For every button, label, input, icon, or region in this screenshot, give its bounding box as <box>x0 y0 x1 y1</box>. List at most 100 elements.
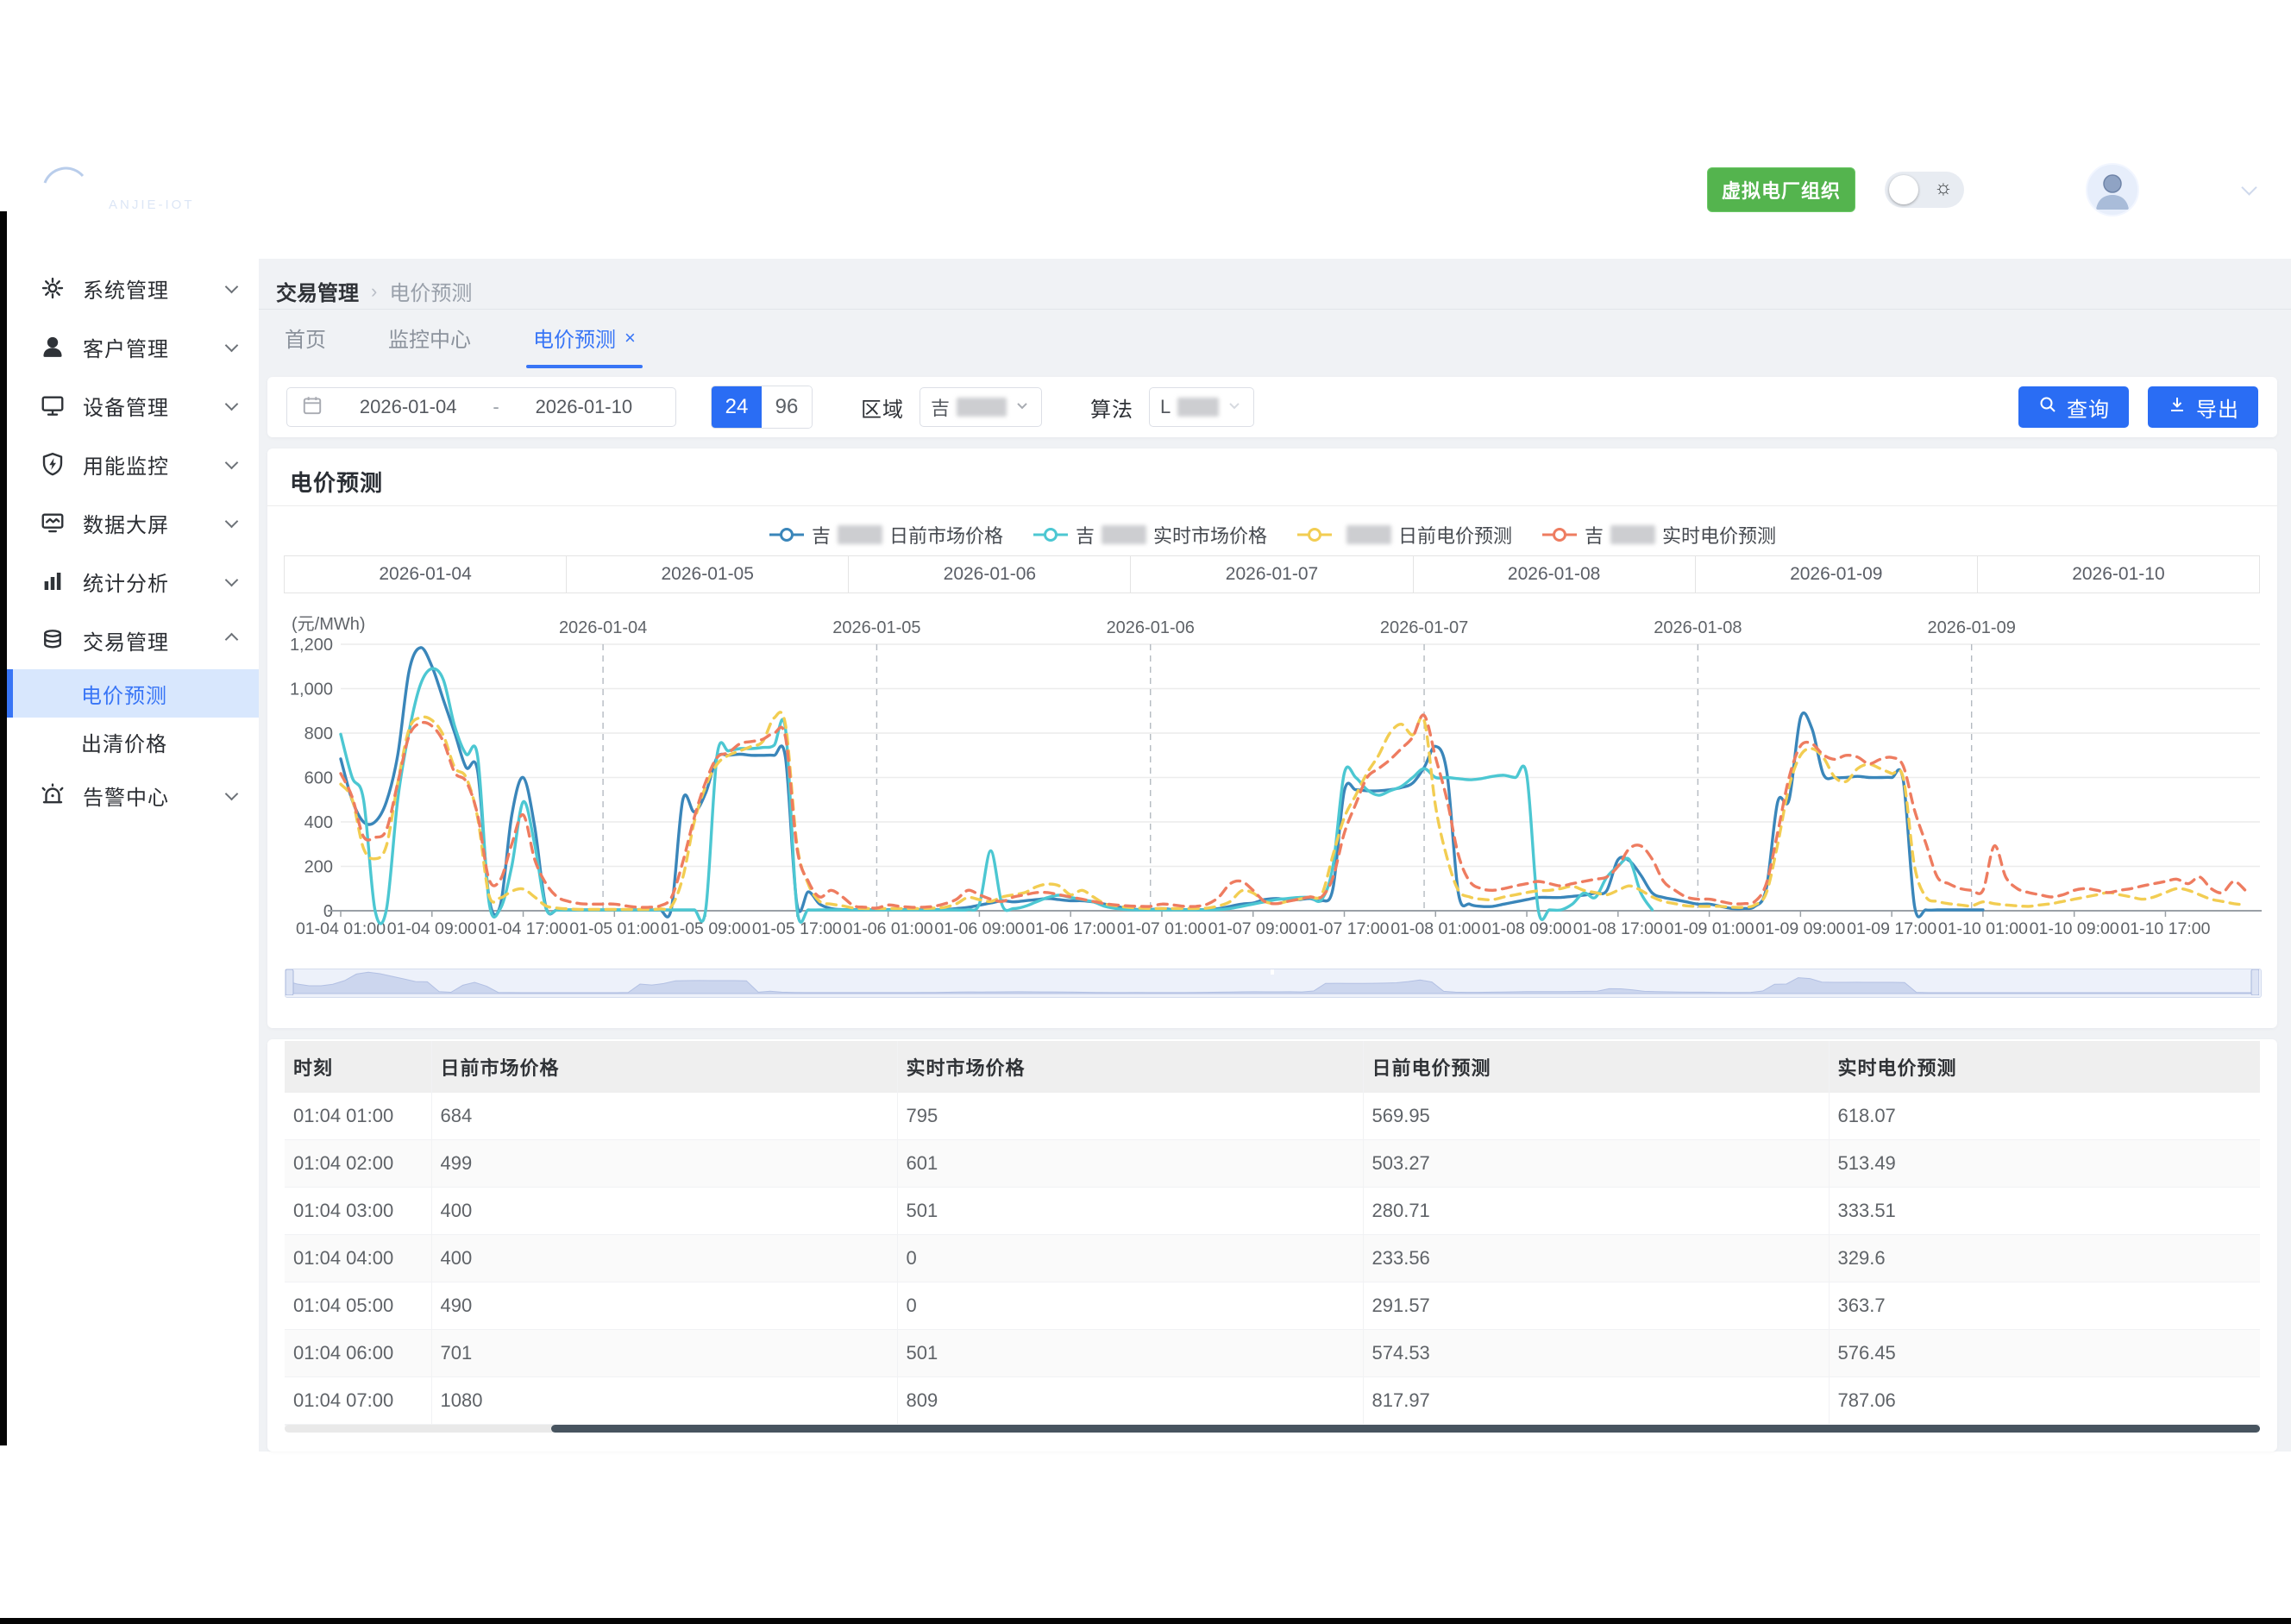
date-end-value[interactable]: 2026-01-10 <box>506 396 662 418</box>
horizontal-scrollbar[interactable] <box>285 1425 2260 1433</box>
theme-toggle[interactable]: ☼ <box>1885 172 1964 208</box>
tab-price-forecast[interactable]: 电价预测 × <box>533 323 636 368</box>
tab-home[interactable]: 首页 <box>285 323 326 368</box>
table-cell: 01:04 03:00 <box>285 1188 431 1235</box>
table-cell: 280.71 <box>1363 1188 1829 1235</box>
legend-item-day-ahead-market[interactable]: 吉日前市场价格 <box>769 521 1003 549</box>
table-row[interactable]: 01:04 03:00400501280.71333.51 <box>285 1188 2260 1235</box>
close-icon[interactable]: × <box>625 329 636 348</box>
table-cell: 333.51 <box>1829 1188 2260 1235</box>
search-button-label: 查询 <box>2067 392 2110 423</box>
legend-item-day-ahead-forecast[interactable]: 日前电价预测 <box>1296 521 1512 549</box>
sidebar-item-label: 用能监控 <box>83 449 227 480</box>
redacted-text <box>1610 525 1655 544</box>
legend-item-real-time-market[interactable]: 吉实时市场价格 <box>1033 521 1267 549</box>
price-table: 时刻日前市场价格实时市场价格日前电价预测实时电价预测01:04 01:00684… <box>285 1041 2260 1425</box>
interval-option-24[interactable]: 24 <box>712 386 762 428</box>
datazoom-slider[interactable] <box>285 969 2262 998</box>
brush-handle-left[interactable] <box>286 969 293 995</box>
table-cell: 684 <box>431 1093 897 1140</box>
sidebar-item-stats[interactable]: 统计分析 <box>7 552 259 611</box>
search-button[interactable]: 查询 <box>2018 386 2129 428</box>
date-header-cell[interactable]: 2026-01-04 <box>284 555 567 593</box>
download-icon <box>2167 394 2187 421</box>
sidebar-item-device[interactable]: 设备管理 <box>7 376 259 435</box>
interval-option-96[interactable]: 96 <box>762 386 812 428</box>
chevron-down-icon <box>227 456 236 472</box>
table-row[interactable]: 01:04 02:00499601503.27513.49 <box>285 1140 2260 1188</box>
sidebar-item-clearing-price[interactable]: 出清价格 <box>7 718 259 766</box>
sidebar-item-price-forecast[interactable]: 电价预测 <box>7 669 259 718</box>
user-menu[interactable]: 管理员 <box>2169 174 2255 205</box>
sidebar-item-datascreen[interactable]: 数据大屏 <box>7 493 259 552</box>
table-cell: 01:04 02:00 <box>285 1140 431 1188</box>
column-header: 实时市场价格 <box>897 1041 1363 1093</box>
table-row[interactable]: 01:04 06:00701501574.53576.45 <box>285 1330 2260 1377</box>
scrollbar-thumb[interactable] <box>551 1425 2260 1433</box>
sidebar-item-customer[interactable]: 客户管理 <box>7 317 259 376</box>
tab-label: 电价预测 <box>533 323 616 353</box>
scope-dropdown[interactable]: 全部 <box>1993 174 2056 205</box>
series-day-ahead-forecast <box>341 712 2245 910</box>
date-range-separator: - <box>493 396 499 418</box>
date-header-cell[interactable]: 2026-01-09 <box>1695 555 1978 593</box>
sidebar-item-label: 统计分析 <box>83 567 227 597</box>
redacted-text <box>1102 525 1146 544</box>
legend-marker <box>1541 526 1578 543</box>
sidebar-item-energy[interactable]: 用能监控 <box>7 435 259 493</box>
table-cell: 701 <box>431 1330 897 1377</box>
table-cell: 291.57 <box>1363 1282 1829 1330</box>
legend-label: 实时电价预测 <box>1662 521 1776 549</box>
svg-text:400: 400 <box>304 813 333 832</box>
redacted-text <box>1346 525 1391 544</box>
redacted-text <box>838 525 882 544</box>
main-content: 交易管理 › 电价预测 首页监控中心电价预测× 2026-01-04 - 202… <box>259 259 2291 1452</box>
table-row[interactable]: 01:04 05:004900291.57363.7 <box>285 1282 2260 1330</box>
region-select[interactable]: 吉 <box>920 387 1042 427</box>
tab-monitor-center[interactable]: 监控中心 <box>388 323 471 368</box>
table-row[interactable]: 01:04 01:00684795569.95618.07 <box>285 1093 2260 1140</box>
export-button[interactable]: 导出 <box>2148 386 2258 428</box>
tab-label: 监控中心 <box>388 323 471 353</box>
date-start-value[interactable]: 2026-01-04 <box>330 396 486 418</box>
table-cell: 513.49 <box>1829 1140 2260 1188</box>
price-line-chart[interactable]: 02004006008001,0001,200(元/MWh)2026-01-04… <box>267 595 2277 940</box>
svg-text:2026-01-09: 2026-01-09 <box>1928 618 2016 637</box>
table-row[interactable]: 01:04 07:001080809817.97787.06 <box>285 1377 2260 1425</box>
sun-icon: ☼ <box>1934 176 1953 200</box>
chevron-down-icon <box>227 515 236 530</box>
screen-icon <box>40 510 66 536</box>
calendar-icon <box>301 394 323 421</box>
date-range-picker[interactable]: 2026-01-04 - 2026-01-10 <box>286 387 676 427</box>
date-header-cell[interactable]: 2026-01-08 <box>1413 555 1696 593</box>
region-label: 区域 <box>861 392 904 423</box>
legend-label: 日前电价预测 <box>1398 521 1512 549</box>
legend-marker <box>1033 526 1069 543</box>
svg-text:01-08 01:00: 01-08 01:00 <box>1390 919 1480 938</box>
legend-marker <box>769 526 805 543</box>
brush-handle-right[interactable] <box>2251 969 2259 995</box>
svg-text:2026-01-08: 2026-01-08 <box>1654 618 1742 637</box>
date-header-cell[interactable]: 2026-01-06 <box>848 555 1131 593</box>
avatar[interactable] <box>2086 163 2139 216</box>
sidebar-item-alarm[interactable]: 告警中心 <box>7 766 259 825</box>
svg-text:01-09 17:00: 01-09 17:00 <box>1847 919 1936 938</box>
sidebar-item-system[interactable]: 系统管理 <box>7 259 259 317</box>
price-forecast-panel: 电价预测 吉日前市场价格吉实时市场价格日前电价预测吉实时电价预测 2026-01… <box>267 448 2277 1028</box>
algorithm-label: 算法 <box>1090 392 1133 423</box>
table-cell: 233.56 <box>1363 1235 1829 1282</box>
redacted-text <box>1177 398 1219 417</box>
table-row[interactable]: 01:04 04:004000233.56329.6 <box>285 1235 2260 1282</box>
table-cell: 400 <box>431 1235 897 1282</box>
virtual-plant-org-button[interactable]: 虚拟电厂组织 <box>1707 167 1855 212</box>
date-header-cell[interactable]: 2026-01-05 <box>566 555 849 593</box>
algorithm-select[interactable]: L <box>1149 387 1254 427</box>
table-cell: 0 <box>897 1235 1363 1282</box>
toggle-knob <box>1889 175 1918 204</box>
date-header-cell[interactable]: 2026-01-10 <box>1977 555 2260 593</box>
legend-label: 日前市场价格 <box>889 521 1003 549</box>
date-header-cell[interactable]: 2026-01-07 <box>1130 555 1413 593</box>
sidebar-item-trade[interactable]: 交易管理 <box>7 611 259 669</box>
chart-legend: 吉日前市场价格 吉实时市场价格 日前电价预测 吉实时电价预测 <box>267 521 2277 549</box>
legend-item-real-time-forecast[interactable]: 吉实时电价预测 <box>1541 521 1776 549</box>
